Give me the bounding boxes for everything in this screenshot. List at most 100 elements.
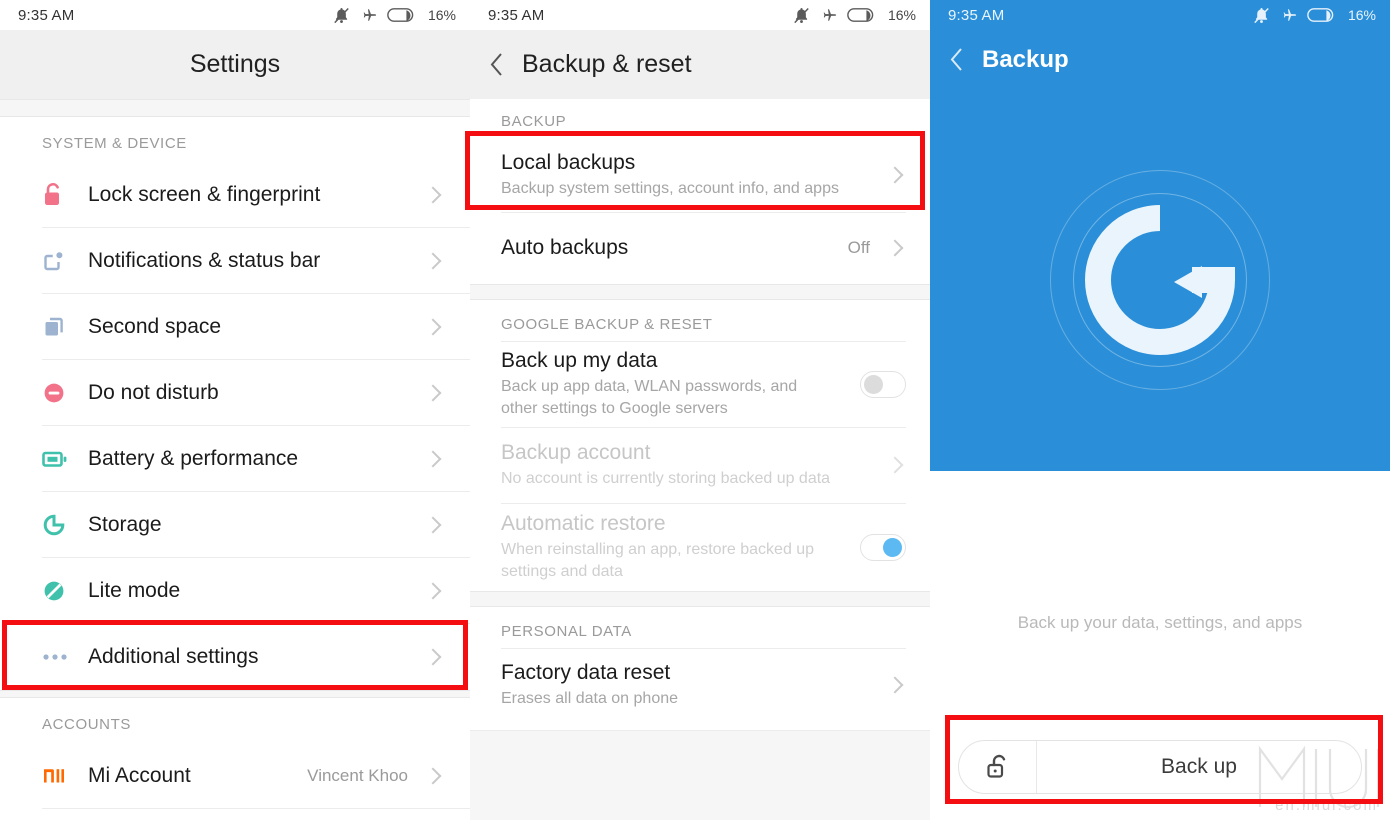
item-label: Second space	[88, 314, 222, 338]
row-title: Auto backups	[501, 235, 629, 259]
back-chevron-icon[interactable]	[470, 52, 522, 77]
second-space-icon	[42, 315, 88, 339]
airplane-mode-icon	[1283, 9, 1297, 21]
unlock-icon[interactable]	[959, 741, 1037, 793]
lite-mode-icon	[42, 579, 88, 603]
status-bar-time: 9:35 AM	[18, 6, 75, 24]
backup-body: Back up your data, settings, and apps Ba…	[930, 471, 1390, 820]
battery-icon	[387, 8, 414, 22]
row-subtitle: Back up app data, WLAN passwords, and ot…	[501, 378, 798, 418]
battery-performance-icon	[42, 449, 88, 469]
sidebar-item-do-not-disturb[interactable]: Do not disturb	[0, 360, 470, 426]
backup-caption: Back up your data, settings, and apps	[1017, 613, 1303, 632]
airplane-mode-icon	[823, 9, 837, 21]
section-gap	[0, 99, 470, 117]
section-gap	[0, 690, 470, 698]
section-gap	[470, 591, 930, 607]
airplane-mode-icon	[363, 9, 377, 21]
chevron-right-icon	[422, 648, 444, 666]
sidebar-item-second-space[interactable]: Second space	[0, 294, 470, 360]
sidebar-item-lock-screen[interactable]: Lock screen & fingerprint	[0, 162, 470, 228]
chevron-right-icon	[422, 186, 444, 204]
item-label: Battery & performance	[88, 446, 299, 470]
battery-percent: 16%	[427, 7, 456, 23]
group-header-personal-data: PERSONAL DATA	[470, 607, 930, 648]
row-subtitle: When reinstalling an app, restore backed…	[501, 541, 815, 581]
row-auto-backups[interactable]: Auto backups Off	[470, 212, 930, 284]
row-subtitle: Backup system settings, account info, an…	[501, 180, 839, 198]
bell-muted-icon	[794, 7, 809, 23]
back-chevron-icon[interactable]	[930, 47, 982, 72]
screenshot-stage: 9:35 AM 16% Settings SYSTEM & DEVICE Loc…	[0, 0, 1390, 820]
sidebar-item-battery-performance[interactable]: Battery & performance	[0, 426, 470, 492]
chevron-right-icon	[884, 239, 906, 257]
backup-title-bar: Backup	[930, 30, 1390, 89]
backup-hero	[930, 89, 1390, 471]
page-title: Backup	[982, 45, 1069, 73]
sidebar-item-additional-settings[interactable]: Additional settings	[0, 624, 470, 690]
lock-icon	[42, 182, 88, 208]
sidebar-item-storage[interactable]: Storage	[0, 492, 470, 558]
auto-backups-value: Off	[847, 238, 870, 257]
chevron-right-icon	[422, 252, 444, 270]
chevron-right-icon	[884, 456, 906, 474]
item-label: Additional settings	[88, 644, 259, 668]
battery-icon	[847, 8, 874, 22]
chevron-right-icon	[422, 516, 444, 534]
backup-reset-title-bar: Backup & reset	[470, 30, 930, 99]
status-bar: 9:35 AM 16%	[470, 0, 930, 30]
settings-title-bar: Settings	[0, 30, 470, 99]
automatic-restore-toggle[interactable]	[860, 533, 906, 561]
row-subtitle: No account is currently storing backed u…	[501, 470, 831, 488]
chevron-right-icon	[422, 450, 444, 468]
chevron-right-icon	[422, 767, 444, 785]
page-title: Settings	[189, 50, 281, 78]
group-header-backup: BACKUP	[470, 99, 930, 138]
battery-percent: 16%	[887, 7, 916, 23]
row-factory-data-reset[interactable]: Factory data reset Erases all data on ph…	[470, 648, 930, 722]
group-header-system-device: SYSTEM & DEVICE	[0, 117, 470, 162]
back-up-my-data-toggle[interactable]	[860, 370, 906, 398]
sidebar-item-mi-account[interactable]: Mi Account Vincent Khoo	[0, 743, 470, 809]
group-header-accounts: ACCOUNTS	[0, 698, 470, 743]
group-accounts: ACCOUNTS Mi Account Vincent Khoo	[0, 698, 470, 809]
item-label: Do not disturb	[88, 380, 219, 404]
section-gap	[470, 284, 930, 300]
item-label: Storage	[88, 512, 162, 536]
item-label: Lock screen & fingerprint	[88, 182, 321, 206]
backup-screen: 9:35 AM 16% Backup Back up your data, se…	[930, 0, 1390, 820]
row-automatic-restore[interactable]: Automatic restore When reinstalling an a…	[470, 503, 930, 591]
page-title: Backup & reset	[522, 50, 692, 78]
row-title: Back up my data	[501, 348, 658, 372]
group-system-device: SYSTEM & DEVICE Lock screen & fingerprin…	[0, 117, 470, 690]
status-bar: 9:35 AM 16%	[0, 0, 470, 30]
mi-logo-icon	[42, 766, 88, 786]
miui-watermark-url: en.miui.com	[1275, 797, 1378, 814]
status-bar: 9:35 AM 16%	[930, 0, 1390, 30]
do-not-disturb-icon	[42, 381, 88, 405]
row-title: Factory data reset	[501, 660, 671, 684]
chevron-right-icon	[884, 676, 906, 694]
group-header-google-backup: GOOGLE BACKUP & RESET	[470, 300, 930, 341]
more-dots-icon	[42, 653, 88, 661]
backup-restore-circle-icon	[1050, 170, 1270, 390]
item-label: Notifications & status bar	[88, 248, 321, 272]
back-up-button-label: Back up	[1161, 755, 1237, 778]
row-back-up-my-data[interactable]: Back up my data Back up app data, WLAN p…	[470, 341, 930, 427]
item-label: Mi Account	[88, 763, 191, 787]
storage-icon	[42, 513, 88, 537]
bell-muted-icon	[1254, 7, 1269, 23]
row-local-backups[interactable]: Local backups Backup system settings, ac…	[470, 138, 930, 212]
notifications-icon	[42, 249, 88, 273]
backup-reset-screen: 9:35 AM 16% Backup & reset BACKUP Local …	[470, 0, 930, 820]
row-title: Backup account	[501, 440, 651, 464]
status-bar-time: 9:35 AM	[488, 6, 545, 24]
item-label: Lite mode	[88, 578, 181, 602]
sidebar-item-notifications[interactable]: Notifications & status bar	[0, 228, 470, 294]
mi-account-value: Vincent Khoo	[307, 766, 408, 785]
chevron-right-icon	[422, 582, 444, 600]
back-up-button[interactable]: Back up	[958, 740, 1362, 794]
backup-button-bar: Back up	[930, 740, 1390, 794]
sidebar-item-lite-mode[interactable]: Lite mode	[0, 558, 470, 624]
row-backup-account[interactable]: Backup account No account is currently s…	[470, 427, 930, 503]
